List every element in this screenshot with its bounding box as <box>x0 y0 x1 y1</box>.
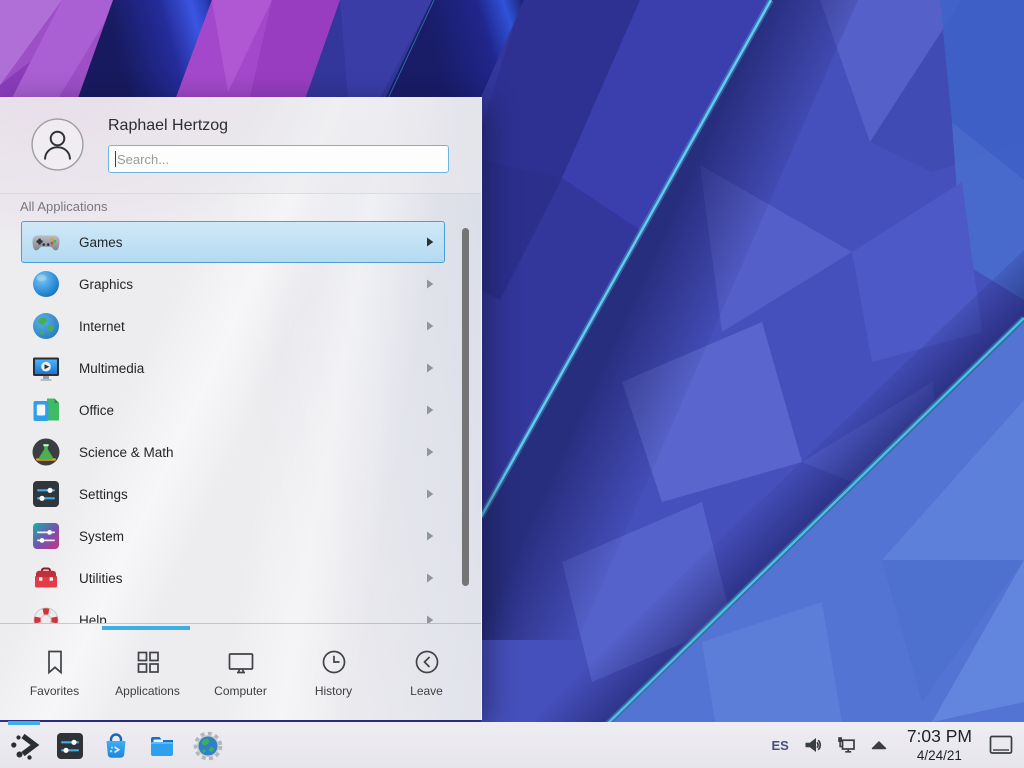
show-desktop-button[interactable] <box>988 733 1014 757</box>
system-settings-button[interactable] <box>54 730 86 762</box>
submenu-arrow-icon <box>426 489 434 499</box>
scrollbar[interactable] <box>462 221 469 623</box>
submenu-arrow-icon <box>426 363 434 373</box>
launcher-button[interactable] <box>8 730 40 762</box>
network-icon[interactable] <box>835 734 857 756</box>
active-tab-indicator <box>102 626 190 630</box>
leave-icon <box>412 647 442 677</box>
tab-label: Applications <box>115 684 180 698</box>
help-icon <box>30 604 62 623</box>
internet-icon <box>30 310 62 342</box>
games-icon <box>30 226 62 258</box>
submenu-arrow-icon <box>426 447 434 457</box>
clock[interactable]: 7:03 PM 4/24/21 <box>907 728 972 762</box>
tab-history[interactable]: History <box>287 647 380 698</box>
system-tray: ES 7:03 <box>771 728 1024 762</box>
system-settings-icon <box>54 730 86 762</box>
launcher-tab-bar: Favorites Applications Computer <box>0 623 481 721</box>
application-launcher-menu: Raphael Hertzog Search... All Applicatio… <box>0 97 482 720</box>
desktop: Raphael Hertzog Search... All Applicatio… <box>0 0 1024 768</box>
history-icon <box>319 647 349 677</box>
user-avatar[interactable] <box>31 118 84 171</box>
section-label: All Applications <box>20 199 107 214</box>
category-label: Games <box>79 235 426 250</box>
category-label: Graphics <box>79 277 426 292</box>
taskbar-launchers <box>0 722 224 768</box>
tab-label: Computer <box>214 684 267 698</box>
web-browser-button[interactable] <box>192 730 224 762</box>
user-name: Raphael Hertzog <box>108 117 228 135</box>
clock-date: 4/24/21 <box>907 749 972 763</box>
computer-icon <box>226 647 256 677</box>
submenu-arrow-icon <box>426 321 434 331</box>
science-icon <box>30 436 62 468</box>
category-item-settings[interactable]: Settings <box>21 473 445 515</box>
tab-leave[interactable]: Leave <box>380 647 473 698</box>
favorites-icon <box>40 647 70 677</box>
web-browser-icon <box>192 730 224 762</box>
category-item-office[interactable]: Office <box>21 389 445 431</box>
category-item-utilities[interactable]: Utilities <box>21 557 445 599</box>
discover-button[interactable] <box>100 730 132 762</box>
show-desktop-icon <box>988 733 1014 757</box>
submenu-arrow-icon <box>426 531 434 541</box>
category-label: Settings <box>79 487 426 502</box>
tab-label: History <box>315 684 352 698</box>
category-item-multimedia[interactable]: Multimedia <box>21 347 445 389</box>
category-label: Office <box>79 403 426 418</box>
category-label: Help <box>79 613 426 624</box>
category-item-help[interactable]: Help <box>21 599 445 623</box>
discover-icon <box>100 730 132 762</box>
category-item-science-math[interactable]: Science & Math <box>21 431 445 473</box>
kde-launcher-icon <box>8 730 40 762</box>
keyboard-layout-indicator[interactable]: ES <box>771 738 788 753</box>
text-cursor <box>115 151 116 167</box>
category-label: System <box>79 529 426 544</box>
scrollbar-thumb[interactable] <box>462 228 469 586</box>
submenu-arrow-icon <box>426 237 434 247</box>
category-list: Games Graphics <box>0 221 481 623</box>
graphics-icon <box>30 268 62 300</box>
settings-icon <box>30 478 62 510</box>
category-label: Science & Math <box>79 445 426 460</box>
search-placeholder: Search... <box>117 152 169 167</box>
category-item-graphics[interactable]: Graphics <box>21 263 445 305</box>
submenu-arrow-icon <box>426 615 434 623</box>
office-icon <box>30 394 62 426</box>
utilities-icon <box>30 562 62 594</box>
applications-icon <box>133 647 163 677</box>
tab-label: Favorites <box>30 684 79 698</box>
category-item-internet[interactable]: Internet <box>21 305 445 347</box>
submenu-arrow-icon <box>426 405 434 415</box>
category-item-system[interactable]: System <box>21 515 445 557</box>
submenu-arrow-icon <box>426 573 434 583</box>
taskbar: ES 7:03 <box>0 722 1024 768</box>
multimedia-icon <box>30 352 62 384</box>
launcher-header: Raphael Hertzog Search... <box>0 97 481 194</box>
tray-expand-arrow-icon[interactable] <box>868 734 890 756</box>
submenu-arrow-icon <box>426 279 434 289</box>
category-item-games[interactable]: Games <box>21 221 445 263</box>
volume-icon[interactable] <box>802 734 824 756</box>
tab-applications[interactable]: Applications <box>101 647 194 698</box>
category-label: Utilities <box>79 571 426 586</box>
tab-label: Leave <box>410 684 443 698</box>
tab-favorites[interactable]: Favorites <box>8 647 101 698</box>
folder-icon <box>146 730 178 762</box>
file-manager-button[interactable] <box>146 730 178 762</box>
search-input[interactable]: Search... <box>108 145 449 173</box>
tab-computer[interactable]: Computer <box>194 647 287 698</box>
system-icon <box>30 520 62 552</box>
category-label: Multimedia <box>79 361 426 376</box>
clock-time: 7:03 PM <box>907 728 972 746</box>
category-label: Internet <box>79 319 426 334</box>
